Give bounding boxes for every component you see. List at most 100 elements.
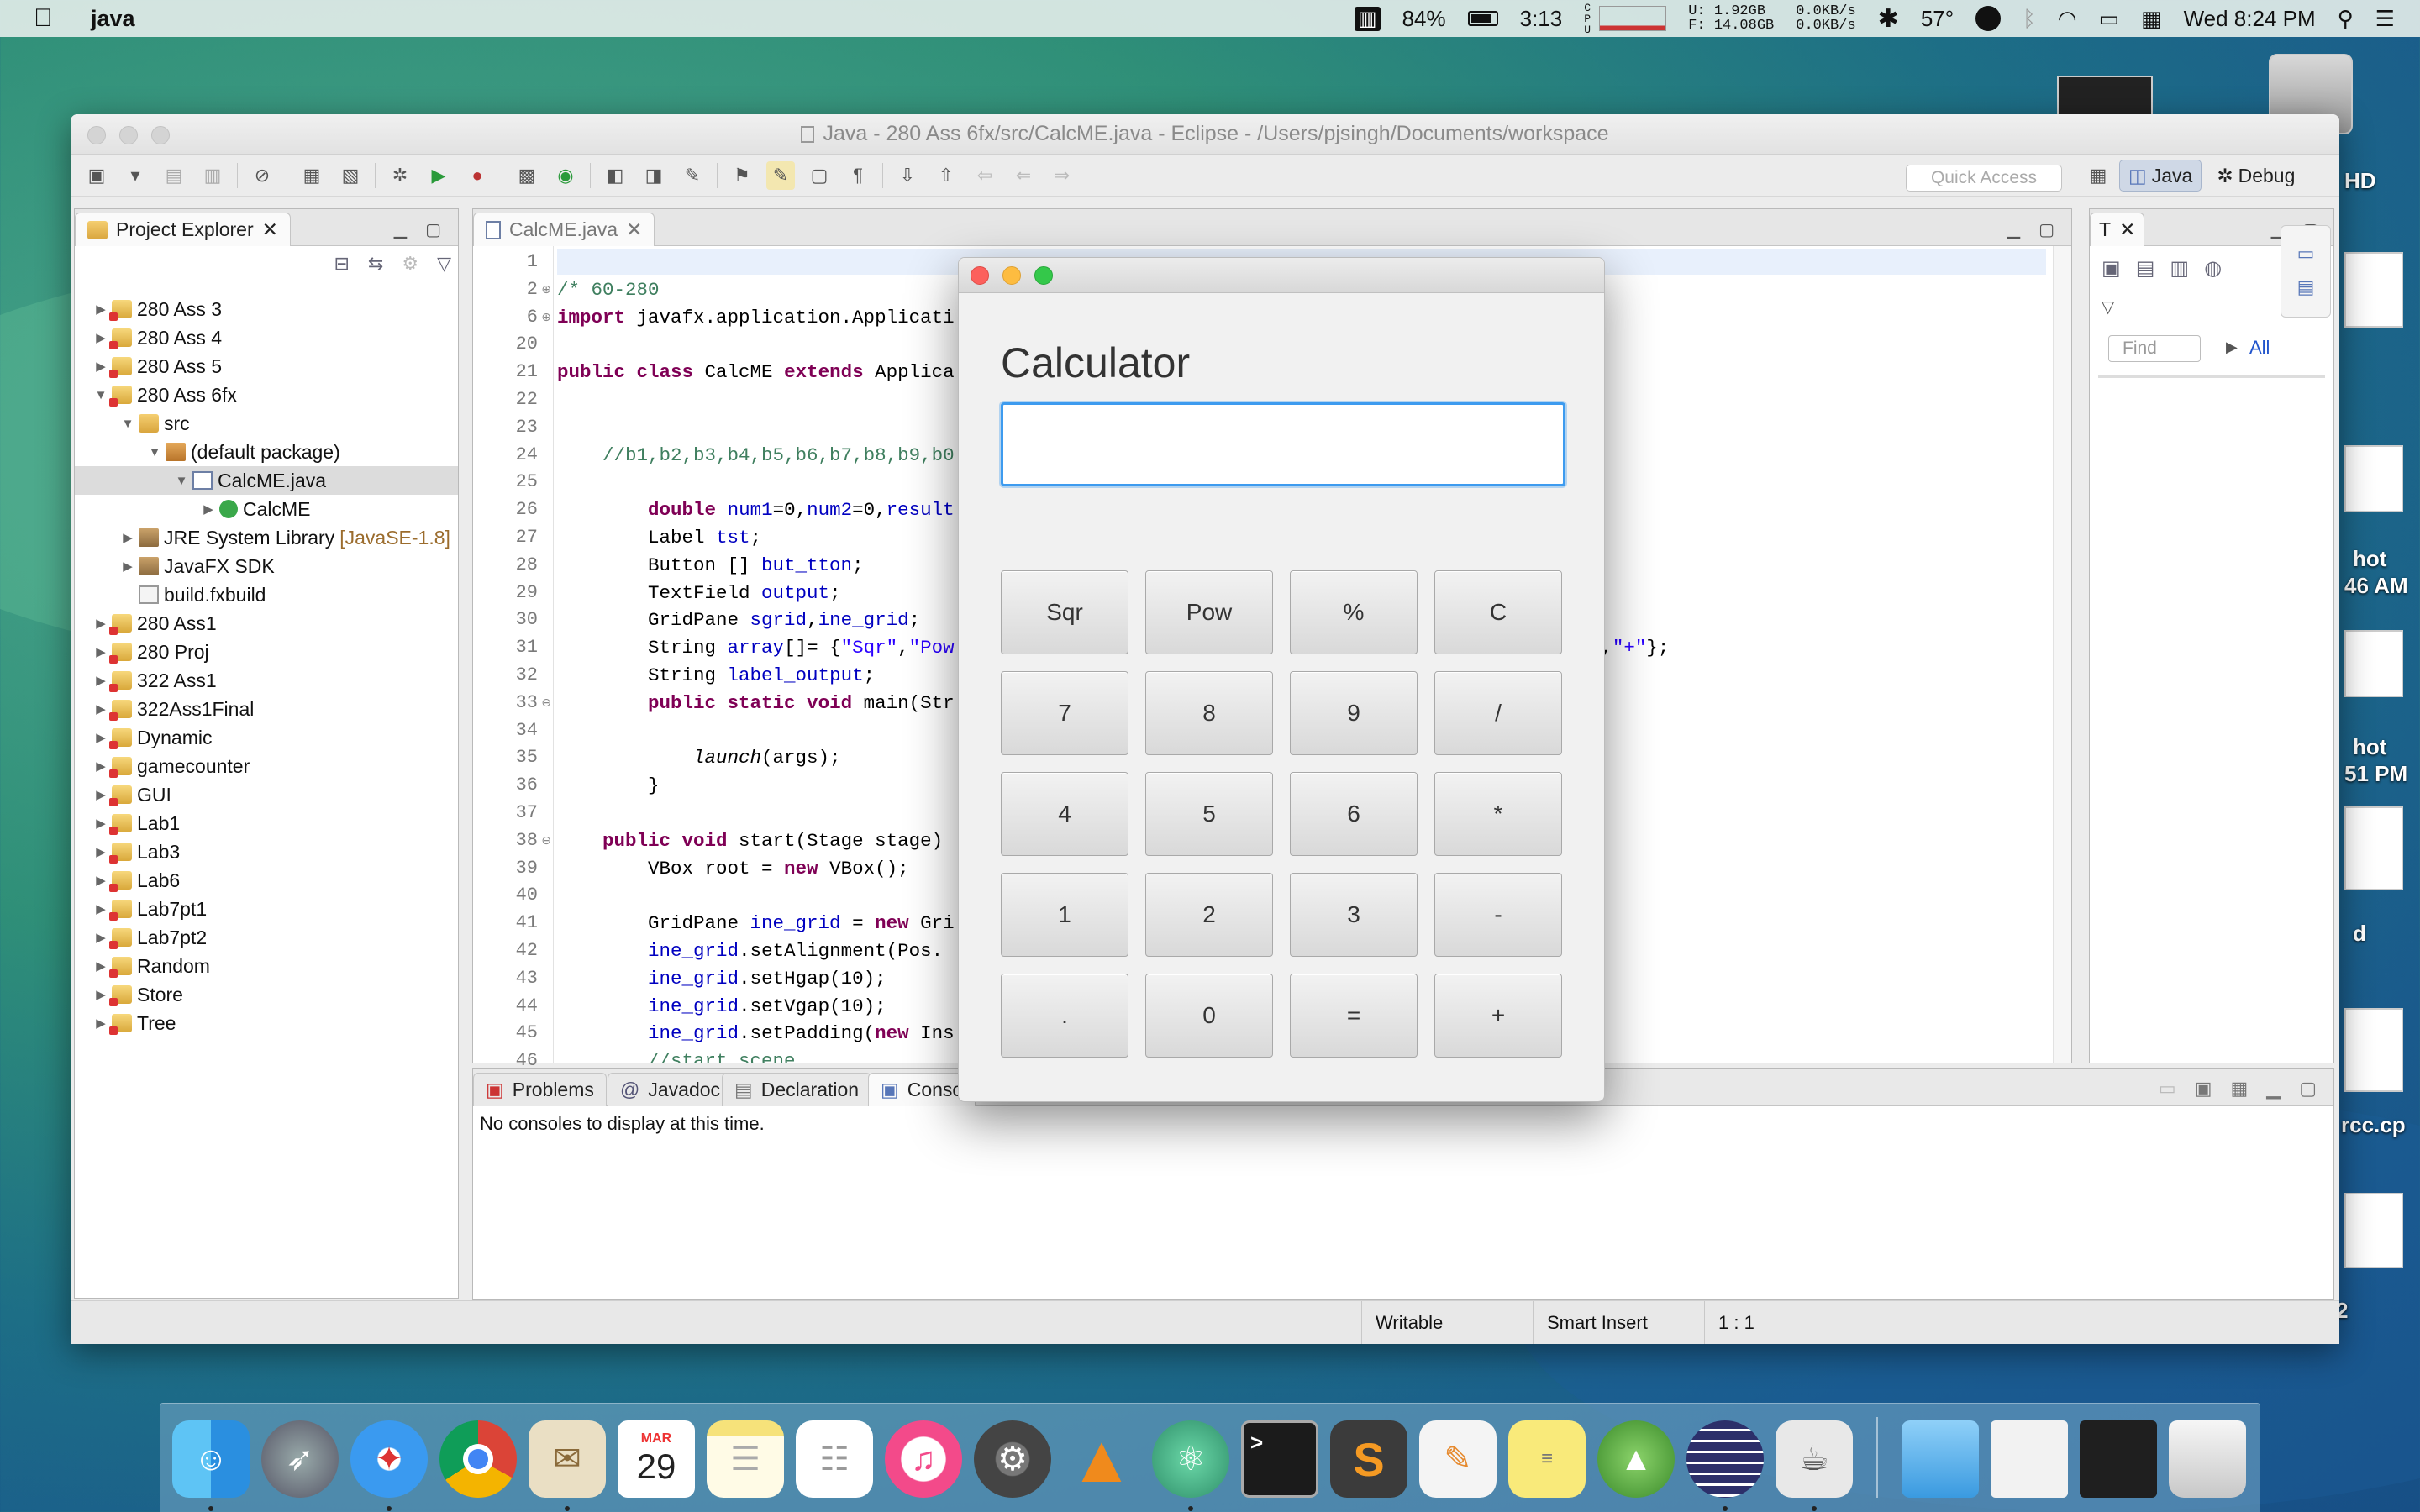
java-perspective-button[interactable]: ◫ Java [2119,160,2202,192]
back-icon[interactable]: ⇐ [1009,161,1038,190]
display-console-icon[interactable]: ▣ [2195,1078,2212,1100]
apple-menu-icon[interactable]:  [34,4,59,33]
applications-folder-icon[interactable] [1902,1420,1979,1498]
quick-access-field[interactable]: Quick Access [1906,165,2062,192]
tree-item[interactable]: ▶ Random [75,952,458,980]
calc-button-5[interactable]: 5 [1145,772,1273,856]
chevron-right-icon[interactable]: ▶ [93,701,108,717]
new-dropdown-icon[interactable]: ▾ [121,161,150,190]
tree-item[interactable]: ▼ CalcME.java [75,466,458,495]
calc-button-9[interactable]: 9 [1290,671,1418,755]
sublime-text-icon[interactable]: S [1330,1420,1407,1498]
network-stats[interactable]: 0.0KB/s 0.0KB/s [1796,4,1855,33]
save-icon[interactable]: ▤ [160,161,188,190]
calc-button-6[interactable]: 6 [1290,772,1418,856]
chevron-down-icon[interactable]: ▼ [120,417,135,431]
open-task-icon[interactable]: ▦ [297,161,326,190]
chevron-right-icon[interactable]: ▶ [93,1016,108,1031]
java-icon[interactable]: ☕ [1776,1420,1853,1511]
calendar-icon[interactable]: MAR 29 [618,1420,695,1498]
run-icon[interactable]: ▶ [424,161,453,190]
chevron-down-icon[interactable]: ▼ [93,388,108,402]
calc-button-plus[interactable]: + [1434,974,1562,1058]
safari-icon[interactable]: ✦ [350,1420,428,1511]
previous-annotation-icon[interactable]: ⇧ [932,161,960,190]
minimize-view-icon[interactable]: ▁ [2007,219,2020,240]
close-tab-icon[interactable]: ✕ [2119,218,2135,241]
debug-perspective-button[interactable]: ✲ Debug [2208,160,2303,192]
close-button[interactable] [971,266,989,285]
chevron-down-icon[interactable]: ▼ [147,445,162,459]
mark-occurrences-icon[interactable]: ✎ [766,160,795,190]
forward-icon[interactable]: ⇒ [1048,161,1076,190]
documents-stack-icon[interactable] [1991,1420,2068,1498]
close-tab-icon[interactable]: ✕ [626,218,642,241]
close-tab-icon[interactable]: ✕ [262,218,278,241]
new-java-project-icon[interactable]: ▩ [513,161,541,190]
editor-scrollbar[interactable] [2053,246,2071,1063]
tree-item[interactable]: ▶ Lab7pt1 [75,895,458,923]
close-button[interactable] [87,126,106,144]
chevron-right-icon[interactable]: ▶ [93,302,108,317]
tree-item[interactable]: ▼ 280 Ass 6fx [75,381,458,409]
problems-tab[interactable]: ▣ Problems [473,1073,607,1106]
eclipse-title-bar[interactable]: Java - 280 Ass 6fx/src/CalcME.java - Ecl… [71,114,2339,155]
pages-icon[interactable]: ✎ [1419,1420,1497,1498]
fold-toggle-icon[interactable]: ⊕ [541,310,551,324]
chevron-right-icon[interactable]: ▶ [93,330,108,345]
desktop-file-thumb[interactable] [2344,445,2403,512]
external-tools-icon[interactable]: ● [463,161,492,190]
block-selection-icon[interactable]: ▢ [805,161,834,190]
tree-item[interactable]: ▶ 280 Ass 3 [75,295,458,323]
play-icon[interactable]: ▶ [2226,339,2238,356]
notes-icon[interactable]: ☰ [707,1420,784,1498]
atom-icon[interactable]: ⚛ [1152,1420,1229,1511]
calc-button-clear[interactable]: C [1434,570,1562,654]
restore-icon[interactable]: ▭ [2297,243,2315,265]
chevron-right-icon[interactable]: ▶ [93,901,108,916]
fold-toggle-icon[interactable]: ⊕ [541,282,551,297]
chevron-right-icon[interactable]: ▶ [93,844,108,859]
open-type-icon[interactable]: ◧ [601,161,629,190]
system-preferences-icon[interactable]: ⚙ [974,1420,1051,1498]
calc-button-decimal[interactable]: . [1001,974,1128,1058]
desktop-file-thumb[interactable] [2344,1008,2403,1092]
tree-item[interactable]: ▶ Lab6 [75,866,458,895]
chevron-right-icon[interactable]: ▶ [93,616,108,631]
memory-stats[interactable]: U: 1.92GB F: 14.08GB [1688,4,1774,33]
show-whitespace-icon[interactable]: ¶ [844,161,872,190]
chrome-icon[interactable] [439,1420,517,1498]
minimize-view-icon[interactable]: ▁ [2266,1078,2281,1100]
link-editor-icon[interactable]: ⇆ [368,253,383,275]
calc-button-8[interactable]: 8 [1145,671,1273,755]
calculator-title-bar[interactable] [959,258,1604,293]
chevron-right-icon[interactable]: ▶ [120,530,135,545]
calc-button-minus[interactable]: - [1434,873,1562,957]
temperature[interactable]: 57° [1921,6,1954,32]
chevron-right-icon[interactable]: ▶ [201,501,216,517]
calc-button-percent[interactable]: % [1290,570,1418,654]
minimize-view-icon[interactable]: ▁ [394,219,407,240]
project-explorer-tab[interactable]: Project Explorer ✕ [75,213,291,246]
chevron-right-icon[interactable]: ▶ [93,930,108,945]
calc-button-pow[interactable]: Pow [1145,570,1273,654]
hierarchy-icon[interactable]: ▥ [2170,256,2189,281]
tree-item[interactable]: build.fxbuild [75,580,458,609]
debug-icon[interactable]: ✲ [386,161,414,190]
new-class-icon[interactable]: ◉ [551,161,580,190]
tree-item[interactable]: ▶ Lab3 [75,837,458,866]
maximize-view-icon[interactable]: ▢ [2299,1078,2317,1100]
android-studio-icon[interactable]: ▲ [1597,1420,1675,1498]
tree-item[interactable]: ▶ Lab7pt2 [75,923,458,952]
all-link[interactable]: All [2249,337,2270,359]
calc-button-1[interactable]: 1 [1001,873,1128,957]
terminal-icon[interactable]: >_ [1241,1420,1318,1498]
clock[interactable]: Wed 8:24 PM [2184,6,2316,32]
chevron-right-icon[interactable]: ▶ [93,873,108,888]
tree-item[interactable]: ▶ 280 Ass1 [75,609,458,638]
fold-toggle-icon[interactable]: ⊖ [541,833,551,848]
collapse-all-icon[interactable]: ⊟ [334,253,349,275]
next-annotation-icon[interactable]: ⇩ [893,161,922,190]
calculator-output-field[interactable] [1001,402,1565,486]
chevron-right-icon[interactable]: ▶ [93,644,108,659]
